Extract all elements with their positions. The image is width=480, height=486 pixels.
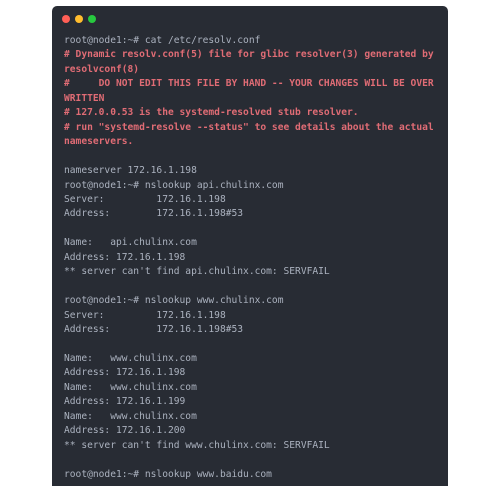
terminal-line: root@node1:~# nslookup api.chulinx.com [64, 179, 284, 191]
minimize-window-button[interactable] [75, 15, 83, 23]
terminal-line: Address: 172.16.1.199 [64, 396, 186, 408]
terminal-window: root@node1:~# cat /etc/resolv.conf # Dyna… [52, 6, 448, 486]
terminal-line: Name: www.chulinx.com [64, 381, 197, 393]
terminal-line: Address: 172.16.1.198 [64, 251, 186, 263]
title-bar [52, 6, 448, 30]
terminal-comment-line: # DO NOT EDIT THIS FILE BY HAND -- YOUR … [64, 78, 434, 104]
terminal-comment-line: # 127.0.0.53 is the systemd-resolved stu… [64, 107, 359, 119]
terminal-line: ** server can't find api.chulinx.com: SE… [64, 266, 330, 278]
terminal-line: root@node1:~# nslookup www.chulinx.com [64, 295, 284, 307]
terminal-line: ** server can't find www.chulinx.com: SE… [64, 439, 330, 451]
terminal-line: Address: 172.16.1.198#53 [64, 324, 244, 336]
terminal-comment-line: # run "systemd-resolve --status" to see … [64, 121, 440, 148]
terminal-line: nameserver 172.16.1.198 [64, 165, 197, 177]
close-window-button[interactable] [62, 15, 70, 23]
terminal-line: Address: 172.16.1.198#53 [64, 208, 244, 220]
terminal-line: Address: 172.16.1.200 [64, 425, 186, 437]
terminal-line: Name: api.chulinx.com [64, 237, 197, 249]
terminal-line: Server: 172.16.1.198 [64, 309, 226, 321]
terminal-line: Name: www.chulinx.com [64, 352, 197, 364]
terminal-output[interactable]: root@node1:~# cat /etc/resolv.conf # Dyna… [52, 30, 448, 482]
terminal-line: root@node1:~# cat /etc/resolv.conf [64, 35, 261, 46]
terminal-comment-line: # Dynamic resolv.conf(5) file for glibc … [64, 49, 440, 75]
terminal-line: Name: www.chulinx.com [64, 410, 197, 422]
terminal-line: Server: 172.16.1.198 [64, 193, 226, 205]
terminal-line: Address: 172.16.1.198 [64, 367, 186, 379]
maximize-window-button[interactable] [88, 15, 96, 23]
